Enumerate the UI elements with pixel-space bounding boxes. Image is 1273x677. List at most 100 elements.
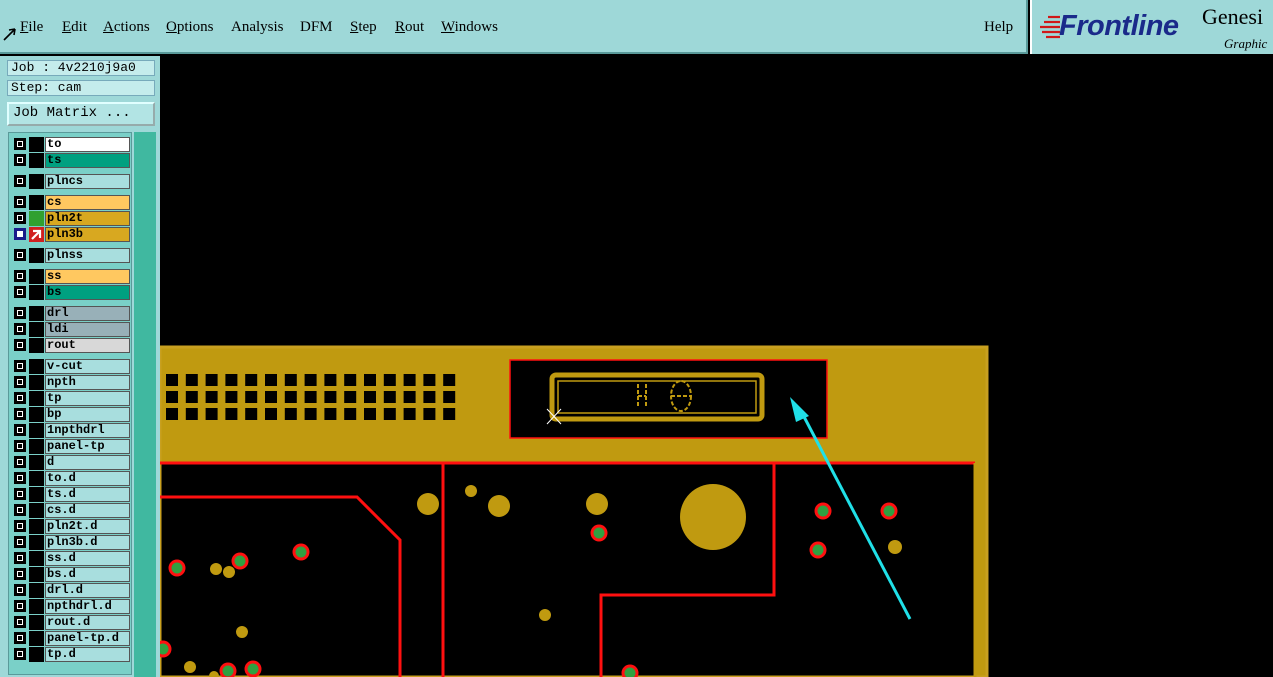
layer-checkbox[interactable]: [14, 568, 26, 580]
layer-name[interactable]: ts: [45, 153, 130, 168]
layer-name[interactable]: pln3b: [45, 227, 130, 242]
layer-name[interactable]: 1npthdrl: [45, 423, 130, 438]
layer-checkbox[interactable]: [14, 472, 26, 484]
layer-row-rout[interactable]: rout: [12, 338, 130, 353]
layer-swatch[interactable]: [29, 407, 44, 422]
layer-pointer-icon[interactable]: [29, 227, 44, 242]
layer-row-drl[interactable]: drl: [12, 306, 130, 321]
graphic-canvas[interactable]: [160, 56, 1273, 677]
layer-checkbox[interactable]: [14, 270, 26, 282]
layer-swatch[interactable]: [29, 487, 44, 502]
layer-name[interactable]: panel-tp.d: [45, 631, 130, 646]
layer-name[interactable]: drl: [45, 306, 130, 321]
layer-name[interactable]: v-cut: [45, 359, 130, 374]
layer-swatch[interactable]: [29, 439, 44, 454]
layer-name[interactable]: bp: [45, 407, 130, 422]
layer-name[interactable]: rout.d: [45, 615, 130, 630]
menu-help[interactable]: Help: [984, 19, 1013, 36]
layer-row-panel-tp[interactable]: panel-tp: [12, 439, 130, 454]
layer-checkbox[interactable]: [14, 520, 26, 532]
layer-row-panel-tp.d[interactable]: panel-tp.d: [12, 631, 130, 646]
layer-row-ss[interactable]: ss: [12, 269, 130, 284]
layer-name[interactable]: ss: [45, 269, 130, 284]
layer-name[interactable]: to.d: [45, 471, 130, 486]
layer-name[interactable]: ldi: [45, 322, 130, 337]
layer-checkbox[interactable]: [14, 212, 26, 224]
layer-row-ts[interactable]: ts: [12, 153, 130, 168]
layer-row-pln2t.d[interactable]: pln2t.d: [12, 519, 130, 534]
layer-checkbox[interactable]: [14, 632, 26, 644]
layer-checkbox[interactable]: [14, 376, 26, 388]
layer-checkbox[interactable]: [14, 392, 26, 404]
layer-swatch[interactable]: [29, 567, 44, 582]
layer-checkbox[interactable]: [14, 175, 26, 187]
layer-swatch[interactable]: [29, 391, 44, 406]
layer-checkbox[interactable]: [14, 286, 26, 298]
layer-name[interactable]: cs: [45, 195, 130, 210]
layer-swatch[interactable]: [29, 519, 44, 534]
layer-checkbox[interactable]: [14, 584, 26, 596]
layer-row-ss.d[interactable]: ss.d: [12, 551, 130, 566]
layer-swatch[interactable]: [29, 599, 44, 614]
layer-name[interactable]: plncs: [45, 174, 130, 189]
layer-checkbox[interactable]: [14, 552, 26, 564]
layer-name[interactable]: d: [45, 455, 130, 470]
layer-row-tp[interactable]: tp: [12, 391, 130, 406]
layer-list-scrollbar[interactable]: [134, 132, 156, 677]
layer-swatch[interactable]: [29, 551, 44, 566]
layer-swatch[interactable]: [29, 535, 44, 550]
menu-windows[interactable]: Windows: [441, 19, 498, 36]
layer-checkbox[interactable]: [14, 339, 26, 351]
layer-swatch[interactable]: [29, 338, 44, 353]
layer-swatch[interactable]: [29, 455, 44, 470]
layer-swatch[interactable]: [29, 631, 44, 646]
layer-checkbox[interactable]: [14, 307, 26, 319]
layer-name[interactable]: pln2t.d: [45, 519, 130, 534]
layer-name[interactable]: bs: [45, 285, 130, 300]
layer-swatch[interactable]: [29, 137, 44, 152]
layer-checkbox[interactable]: [14, 196, 26, 208]
layer-swatch[interactable]: [29, 306, 44, 321]
layer-swatch[interactable]: [29, 647, 44, 662]
layer-name[interactable]: bs.d: [45, 567, 130, 582]
layer-row-1npthdrl[interactable]: 1npthdrl: [12, 423, 130, 438]
layer-swatch[interactable]: [29, 423, 44, 438]
layer-row-d[interactable]: d: [12, 455, 130, 470]
layer-name[interactable]: pln3b.d: [45, 535, 130, 550]
layer-checkbox[interactable]: [14, 616, 26, 628]
layer-name[interactable]: npthdrl.d: [45, 599, 130, 614]
layer-swatch[interactable]: [29, 211, 44, 226]
layer-name[interactable]: ts.d: [45, 487, 130, 502]
layer-checkbox[interactable]: [14, 228, 26, 240]
layer-name[interactable]: cs.d: [45, 503, 130, 518]
layer-name[interactable]: npth: [45, 375, 130, 390]
layer-row-bs.d[interactable]: bs.d: [12, 567, 130, 582]
layer-checkbox[interactable]: [14, 154, 26, 166]
layer-swatch[interactable]: [29, 195, 44, 210]
layer-swatch[interactable]: [29, 269, 44, 284]
layer-swatch[interactable]: [29, 359, 44, 374]
layer-swatch[interactable]: [29, 285, 44, 300]
layer-row-to[interactable]: to: [12, 137, 130, 152]
layer-row-pln3b.d[interactable]: pln3b.d: [12, 535, 130, 550]
layer-name[interactable]: pln2t: [45, 211, 130, 226]
layer-swatch[interactable]: [29, 583, 44, 598]
layer-checkbox[interactable]: [14, 536, 26, 548]
layer-name[interactable]: ss.d: [45, 551, 130, 566]
menu-edit[interactable]: Edit: [62, 19, 87, 36]
layer-row-ldi[interactable]: ldi: [12, 322, 130, 337]
layer-checkbox[interactable]: [14, 249, 26, 261]
layer-checkbox[interactable]: [14, 504, 26, 516]
layer-name[interactable]: rout: [45, 338, 130, 353]
layer-checkbox[interactable]: [14, 648, 26, 660]
layer-checkbox[interactable]: [14, 323, 26, 335]
layer-row-ts.d[interactable]: ts.d: [12, 487, 130, 502]
layer-name[interactable]: plnss: [45, 248, 130, 263]
layer-row-to.d[interactable]: to.d: [12, 471, 130, 486]
layer-row-pln2t[interactable]: pln2t: [12, 211, 130, 226]
menu-dfm[interactable]: DFM: [300, 19, 333, 36]
menu-options[interactable]: Options: [166, 19, 214, 36]
layer-checkbox[interactable]: [14, 138, 26, 150]
menu-actions[interactable]: Actions: [103, 19, 150, 36]
layer-checkbox[interactable]: [14, 600, 26, 612]
